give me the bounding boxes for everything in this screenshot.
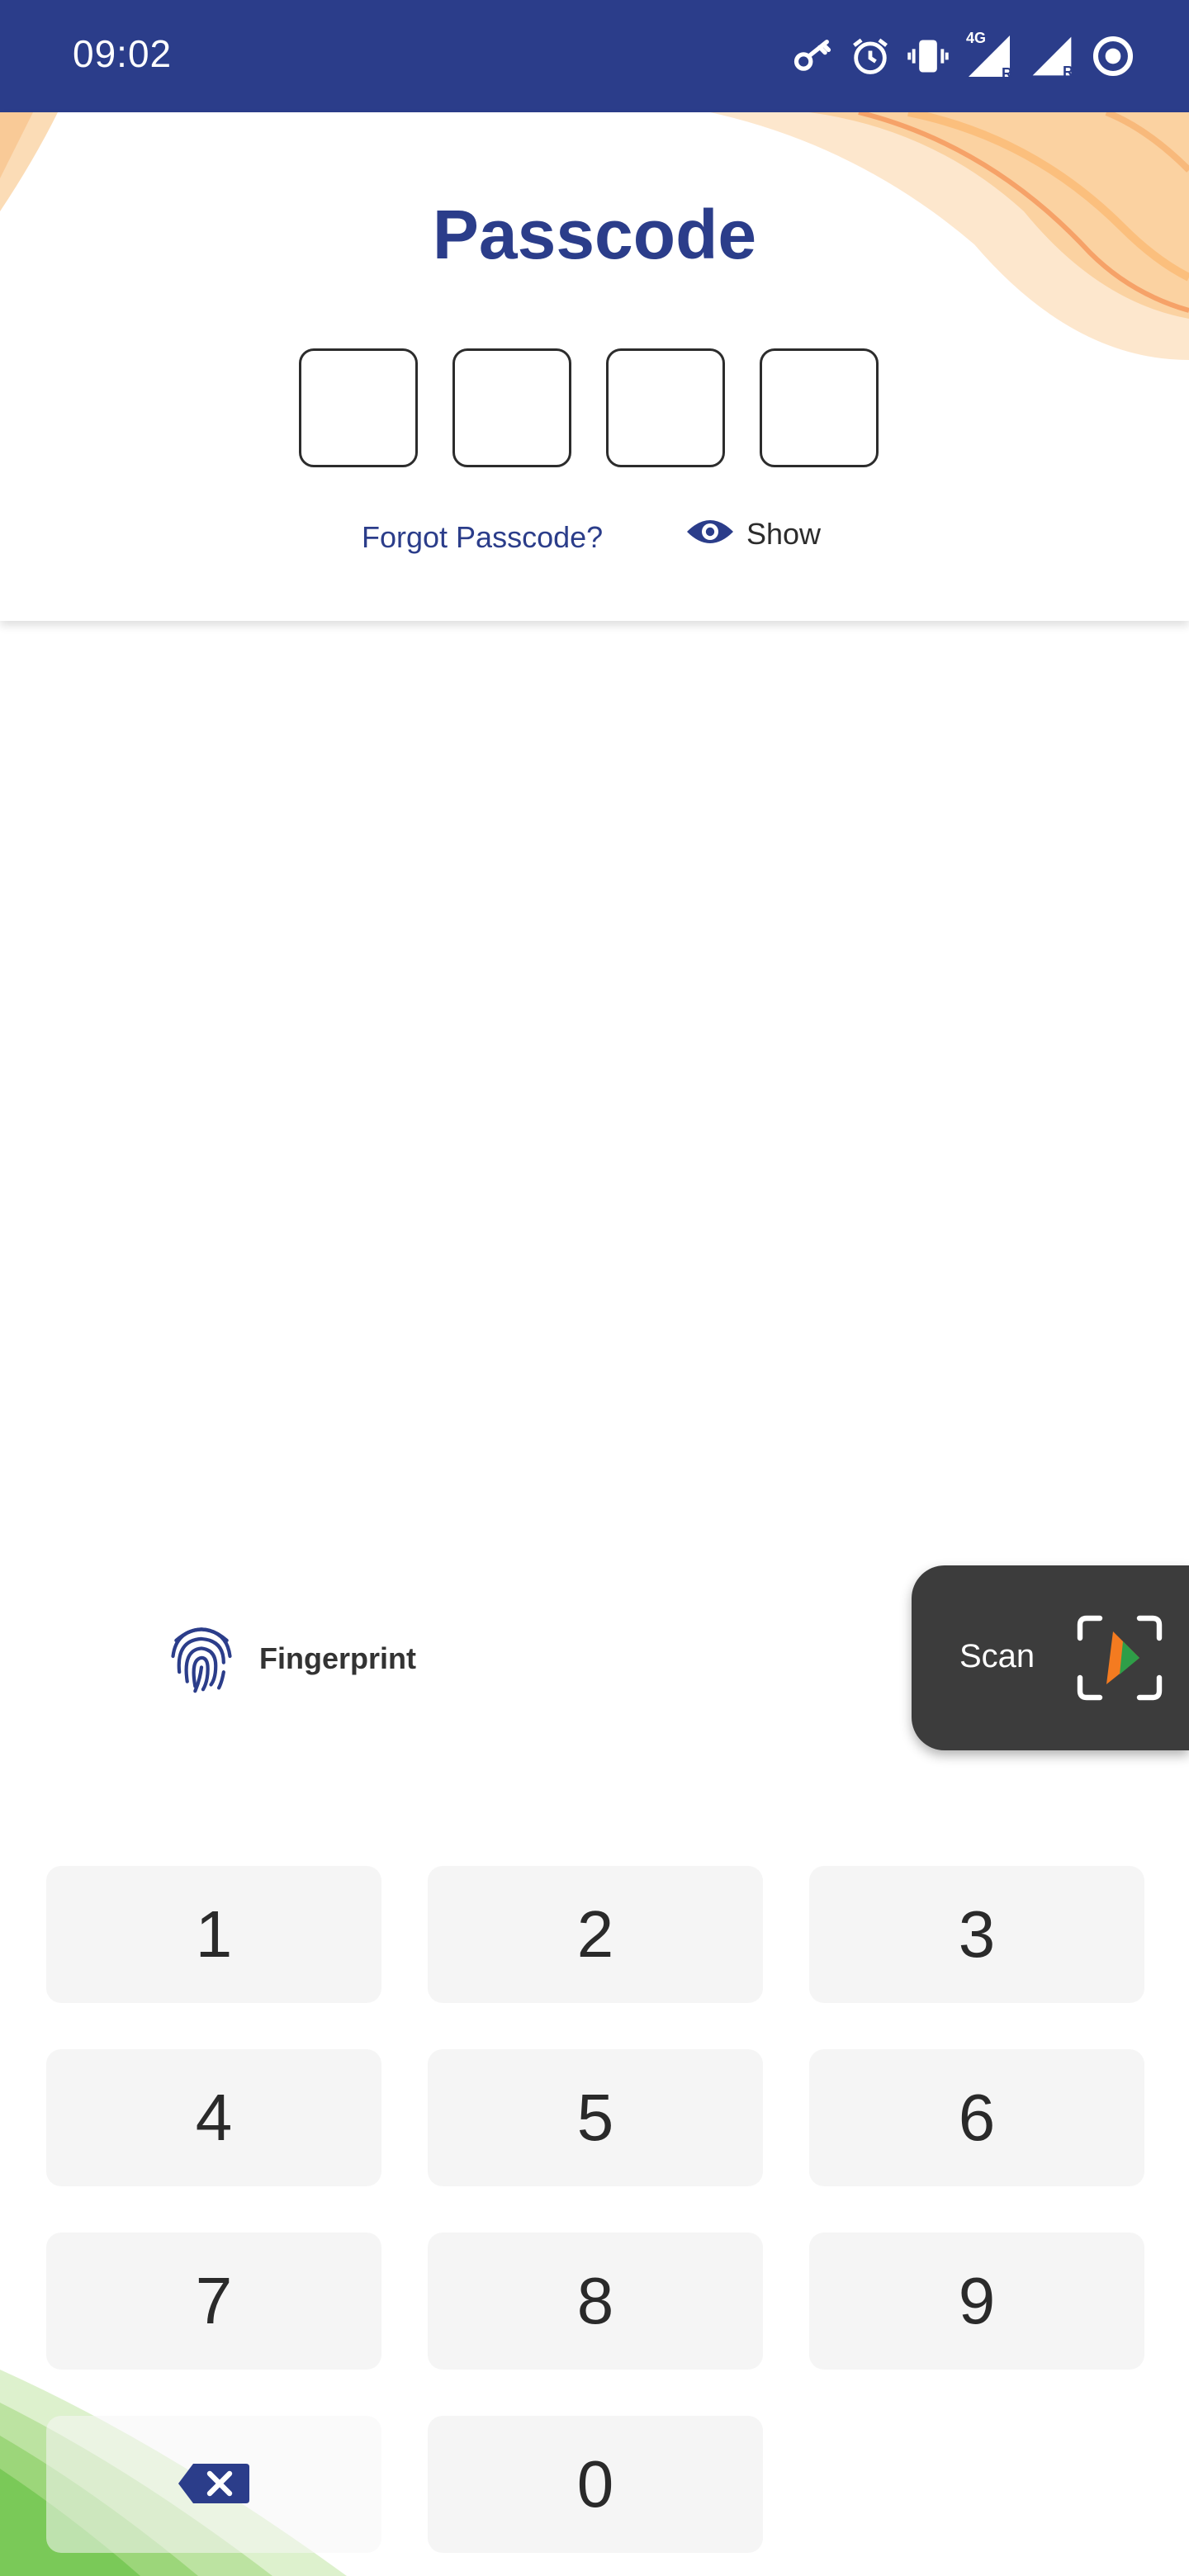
fingerprint-icon bbox=[163, 1618, 239, 1698]
roaming-label: R bbox=[1002, 65, 1012, 82]
show-label: Show bbox=[746, 516, 822, 551]
eye-icon bbox=[685, 515, 735, 552]
sync-icon bbox=[1090, 33, 1136, 79]
fingerprint-button[interactable]: Fingerprint bbox=[163, 1618, 416, 1698]
roaming-label: R bbox=[1063, 64, 1073, 80]
pin-digit-box[interactable] bbox=[452, 348, 571, 467]
network-4g-icon: 4G R bbox=[964, 30, 1014, 82]
key-1[interactable]: 1 bbox=[46, 1866, 381, 2003]
key-3[interactable]: 3 bbox=[809, 1866, 1144, 2003]
signal-r-icon: R bbox=[1029, 33, 1075, 80]
pin-digit-box[interactable] bbox=[760, 348, 879, 467]
key-6[interactable]: 6 bbox=[809, 2049, 1144, 2186]
key-7[interactable]: 7 bbox=[46, 2233, 381, 2370]
show-passcode-toggle[interactable]: Show bbox=[685, 515, 821, 552]
status-icons: 4G R R bbox=[791, 26, 1136, 86]
scan-label: Scan bbox=[959, 1638, 1035, 1674]
pin-digit-box[interactable] bbox=[606, 348, 725, 467]
key-5[interactable]: 5 bbox=[428, 2049, 763, 2186]
backspace-icon bbox=[177, 2446, 251, 2522]
status-time: 09:02 bbox=[73, 32, 173, 75]
scan-qr-icon bbox=[1073, 1612, 1166, 1708]
key-0[interactable]: 0 bbox=[428, 2416, 763, 2553]
pin-input-row[interactable] bbox=[299, 348, 879, 467]
network-type-label: 4G bbox=[964, 30, 988, 47]
pin-digit-box[interactable] bbox=[299, 348, 418, 467]
status-bar: 09:02 4G R R bbox=[0, 0, 1189, 112]
page-title: Passcode bbox=[432, 196, 757, 273]
forgot-passcode-link[interactable]: Forgot Passcode? bbox=[362, 520, 603, 555]
fingerprint-label: Fingerprint bbox=[259, 1641, 416, 1675]
alarm-icon bbox=[849, 35, 892, 78]
key-8[interactable]: 8 bbox=[428, 2233, 763, 2370]
backspace-button[interactable] bbox=[46, 2416, 381, 2553]
vpn-key-icon bbox=[791, 35, 834, 78]
scan-button[interactable]: Scan bbox=[912, 1565, 1189, 1750]
passcode-header: Passcode Forgot Passcode? Show bbox=[0, 112, 1189, 621]
key-9[interactable]: 9 bbox=[809, 2233, 1144, 2370]
key-2[interactable]: 2 bbox=[428, 1866, 763, 2003]
key-4[interactable]: 4 bbox=[46, 2049, 381, 2186]
vibrate-icon bbox=[907, 35, 950, 78]
